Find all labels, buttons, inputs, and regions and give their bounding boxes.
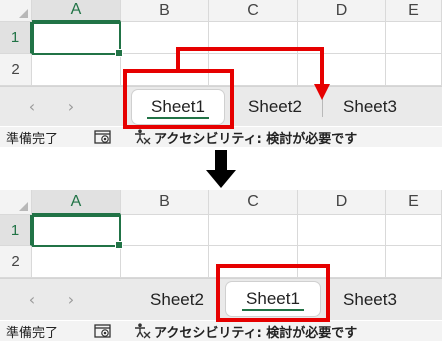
column-header-d[interactable]: D bbox=[298, 0, 386, 22]
move-tab-arrow bbox=[176, 47, 330, 100]
active-cell-cursor bbox=[32, 215, 123, 249]
column-header-a[interactable]: A bbox=[32, 0, 121, 22]
cell-e1[interactable] bbox=[386, 215, 442, 246]
sheet-tab-sheet3[interactable]: Sheet3 bbox=[327, 279, 413, 320]
accessibility-status-text[interactable]: アクセシビリティ: 検討が必要です bbox=[154, 322, 357, 341]
sheet-tab-label: Sheet3 bbox=[343, 96, 397, 116]
column-header-a[interactable]: A bbox=[32, 190, 121, 215]
next-sheet-button[interactable]: › bbox=[59, 279, 83, 320]
next-sheet-button[interactable]: › bbox=[59, 87, 83, 126]
column-header-row: A B C D E bbox=[0, 190, 442, 215]
column-header-b[interactable]: B bbox=[121, 190, 209, 215]
column-header-row: A B C D E bbox=[0, 0, 442, 22]
sheet-tab-sheet2[interactable]: Sheet2 bbox=[134, 279, 220, 320]
cell-e2[interactable] bbox=[386, 54, 442, 86]
row-header-2[interactable]: 2 bbox=[0, 246, 32, 278]
accessibility-status-text[interactable]: アクセシビリティ: 検討が必要です bbox=[154, 128, 357, 147]
cell-b2[interactable] bbox=[121, 246, 209, 278]
cell-b1[interactable] bbox=[121, 215, 209, 246]
status-bar: 準備完了 アクセシビリティ: 検討が必要です bbox=[0, 321, 442, 341]
accessibility-icon[interactable] bbox=[134, 323, 151, 339]
sheet-tab-label: Sheet3 bbox=[343, 289, 397, 309]
accessibility-icon[interactable] bbox=[134, 129, 151, 145]
cell-d1[interactable] bbox=[298, 215, 386, 246]
column-header-d[interactable]: D bbox=[298, 190, 386, 215]
cell-c1[interactable] bbox=[209, 215, 298, 246]
column-header-e[interactable]: E bbox=[386, 190, 442, 215]
row-header-1[interactable]: 1 bbox=[0, 22, 32, 54]
macro-record-icon[interactable] bbox=[94, 324, 112, 339]
after-panel: A B C D E 1 2 ‹ › Sheet2 Sheet1 Sheet3 準… bbox=[0, 190, 442, 344]
column-header-e[interactable]: E bbox=[386, 0, 442, 22]
column-header-b[interactable]: B bbox=[121, 0, 209, 22]
prev-sheet-button[interactable]: ‹ bbox=[20, 87, 44, 126]
prev-sheet-button[interactable]: ‹ bbox=[20, 279, 44, 320]
before-panel: A B C D E 1 2 ‹ › Sheet1 Sheet2 Sheet3 準… bbox=[0, 0, 442, 149]
ready-status-text: 準備完了 bbox=[6, 131, 59, 147]
select-all-button[interactable] bbox=[0, 0, 32, 22]
row-header-1[interactable]: 1 bbox=[0, 215, 32, 246]
cell-e1[interactable] bbox=[386, 22, 442, 54]
column-header-c[interactable]: C bbox=[209, 0, 298, 22]
macro-record-icon[interactable] bbox=[94, 130, 112, 145]
highlight-box-sheet1-after bbox=[216, 264, 330, 322]
column-header-c[interactable]: C bbox=[209, 190, 298, 215]
status-bar: 準備完了 アクセシビリティ: 検討が必要です bbox=[0, 127, 442, 147]
cell-a2[interactable] bbox=[32, 54, 121, 86]
sheet-tab-label: Sheet2 bbox=[150, 289, 204, 309]
row-header-2[interactable]: 2 bbox=[0, 54, 32, 86]
cell-e2[interactable] bbox=[386, 246, 442, 278]
cell-a2[interactable] bbox=[32, 246, 121, 278]
select-all-button[interactable] bbox=[0, 190, 32, 215]
ready-status-text: 準備完了 bbox=[6, 325, 59, 341]
down-arrow-icon bbox=[206, 150, 236, 188]
active-cell-cursor bbox=[32, 22, 123, 57]
